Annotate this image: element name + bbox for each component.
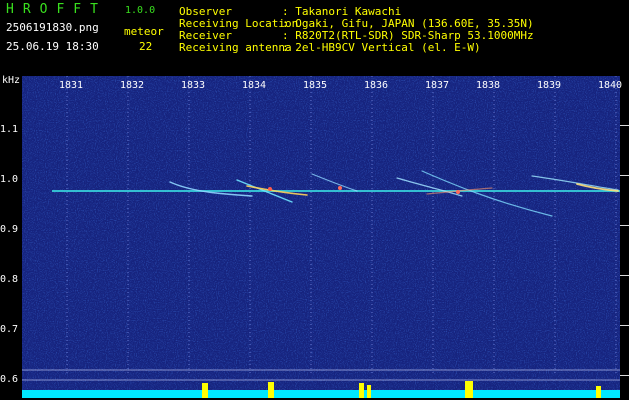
y-tick-label: 1.1 <box>0 124 19 135</box>
x-tick-label: 1837 <box>425 80 450 91</box>
y-tick-label: 0.8 <box>0 274 19 285</box>
app-name: HROFFT <box>6 2 107 17</box>
x-tick-label: 1840 <box>598 80 623 91</box>
y-tick-label: 1.0 <box>0 174 19 185</box>
spectrogram <box>22 76 620 398</box>
app-version: 1.0.0 <box>125 5 156 16</box>
y-tick-label: 0.6 <box>0 374 19 385</box>
noise-texture <box>22 76 620 398</box>
x-tick-label: 1832 <box>120 80 145 91</box>
y-tick-mark <box>620 225 629 226</box>
x-tick-label: 1833 <box>181 80 206 91</box>
x-tick-label: 1839 <box>537 80 562 91</box>
y-tick-label: 0.9 <box>0 224 19 235</box>
date-time: 25.06.19 18:30 <box>6 40 99 53</box>
y-tick-mark <box>620 375 629 376</box>
antenna-value: : 2el-HB9CV Vertical (el. E-W) <box>282 41 481 54</box>
y-tick-mark <box>620 325 629 326</box>
x-tick-label: 1831 <box>59 80 84 91</box>
y-tick-label: 0.7 <box>0 324 19 335</box>
x-tick-label: 1834 <box>242 80 267 91</box>
y-tick-mark <box>620 175 629 176</box>
file-name: 2506191830.png <box>6 21 99 34</box>
y-tick-mark <box>620 125 629 126</box>
antenna-label: Receiving antenna <box>179 41 292 54</box>
spectrogram-canvas <box>22 76 620 398</box>
meteor-count: 22 <box>139 40 153 53</box>
x-tick-label: 1838 <box>476 80 501 91</box>
x-tick-label: 1836 <box>364 80 389 91</box>
header-panel: HROFFT 1.0.0 2506191830.png meteor 25.06… <box>0 0 629 76</box>
meteor-label: meteor <box>124 25 164 38</box>
y-axis-unit: kHz <box>2 75 21 86</box>
y-tick-mark <box>620 275 629 276</box>
x-tick-label: 1835 <box>303 80 328 91</box>
